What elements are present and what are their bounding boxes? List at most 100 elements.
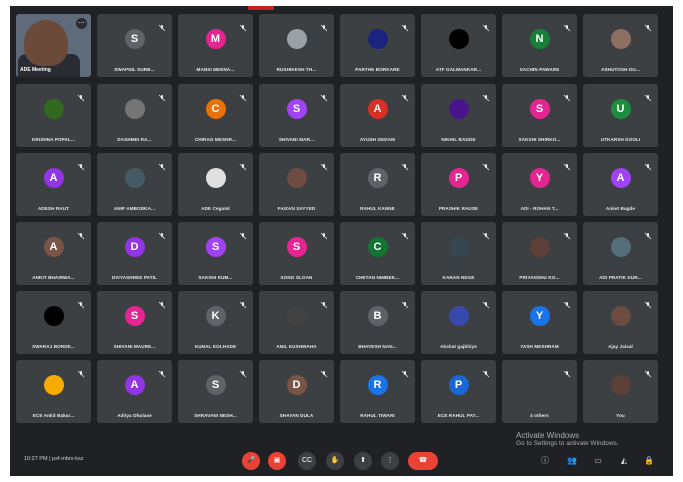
participant-tile[interactable]: K KUNAL KOLHADE xyxy=(178,291,253,354)
participant-tile[interactable]: DASHMEI RA... xyxy=(97,84,172,147)
mic-off-button[interactable]: 🎤 xyxy=(242,452,260,470)
participant-tile[interactable]: S SAKSHI KUM... xyxy=(178,222,253,285)
participant-tile[interactable]: ASHUTOSH DU... xyxy=(583,14,658,77)
mic-muted-icon xyxy=(482,227,490,240)
participant-tile[interactable]: PARTHE BORKARE xyxy=(340,14,415,77)
participant-tile[interactable]: A AYUSH GEDAM xyxy=(340,84,415,147)
mic-muted-icon xyxy=(239,227,247,240)
participant-tile[interactable]: Y ADI - ROHAN T... xyxy=(502,153,577,216)
participant-tile[interactable]: NIKHIL BAGDE xyxy=(421,84,496,147)
mic-muted-icon xyxy=(563,227,571,240)
participant-tile[interactable]: ADI PRATIK KUR... xyxy=(583,222,658,285)
participant-tile[interactable]: ADE Cegaml xyxy=(178,153,253,216)
participant-tile[interactable]: ANIL KUSHWAHA xyxy=(259,291,334,354)
participant-tile[interactable]: P ECE RAHUL PAT... xyxy=(421,360,496,423)
mic-muted-icon xyxy=(563,158,571,171)
participant-avatar: C xyxy=(367,237,388,257)
participant-tile[interactable]: S SONG SLOAN xyxy=(259,222,334,285)
participant-avatar: Y xyxy=(529,306,550,326)
recording-indicator xyxy=(248,6,274,10)
participant-tile[interactable]: SWARAJ BORDE... xyxy=(16,291,91,354)
mic-muted-icon xyxy=(158,19,166,32)
participant-tile[interactable]: ECE Ankit Bakar... xyxy=(16,360,91,423)
mic-muted-icon xyxy=(401,365,409,378)
participant-tile[interactable]: KRISHNA POPAL... xyxy=(16,84,91,147)
mic-muted-icon xyxy=(644,158,652,171)
participant-tile[interactable]: C CHIRAG MESHR... xyxy=(178,84,253,147)
participant-name: ECE RAHUL PAT... xyxy=(437,413,480,418)
participant-avatar: P xyxy=(448,375,469,395)
lock-icon: 🔒 xyxy=(644,456,654,465)
mic-muted-icon xyxy=(320,296,328,309)
activities-button[interactable]: ◭ xyxy=(619,456,629,466)
participant-tile[interactable]: A ANKIT BHAIRWA... xyxy=(16,222,91,285)
participant-tile[interactable]: R RAHUL KANNE xyxy=(340,153,415,216)
participant-photo xyxy=(610,375,631,395)
participant-tile[interactable]: S SHRAVANI NESH... xyxy=(178,360,253,423)
participant-tile[interactable]: 4 others xyxy=(502,360,577,423)
mic-muted-icon xyxy=(77,365,85,378)
mic-muted-icon xyxy=(644,296,652,309)
hand-icon: ✋ xyxy=(330,457,340,464)
participant-photo xyxy=(448,29,469,49)
participant-tile[interactable]: KARAN NEGE xyxy=(421,222,496,285)
mic-muted-icon xyxy=(401,89,409,102)
participant-tile[interactable]: Y YASH MESHRAM xyxy=(502,291,577,354)
participant-name: UTKARSH KOOLI xyxy=(600,137,641,142)
participant-tile[interactable]: Akshat gajbhiye xyxy=(421,291,496,354)
participant-tile[interactable]: RUSHIKESH TH... xyxy=(259,14,334,77)
participant-name: SHIVANI MAR... xyxy=(278,137,315,142)
mic-muted-icon xyxy=(239,19,247,32)
more-options-icon[interactable]: ⋯ xyxy=(76,18,87,29)
participant-tile[interactable]: C CHETAN NIMBEK... xyxy=(340,222,415,285)
participant-tile[interactable]: ANIP AMBODKA... xyxy=(97,153,172,216)
captions-button[interactable]: CC xyxy=(298,452,316,470)
participant-tile[interactable]: N SACHIN PAWARE xyxy=(502,14,577,77)
participant-tile[interactable]: S SHIVANI MAR... xyxy=(259,84,334,147)
participant-avatar: A xyxy=(43,168,64,188)
camera-off-button[interactable]: ▣ xyxy=(268,452,286,470)
participant-photo xyxy=(529,237,550,257)
participant-photo xyxy=(367,29,388,49)
participant-name: Ajay Jaisal xyxy=(608,344,633,349)
people-icon: 👥 xyxy=(567,456,577,465)
chat-button[interactable]: ▭ xyxy=(593,456,603,466)
more-options-button[interactable]: ⋮ xyxy=(381,452,399,470)
host-controls-button[interactable]: 🔒 xyxy=(644,456,654,466)
participant-tile[interactable]: D SHAYAN DULA xyxy=(259,360,334,423)
participant-tile[interactable]: ATF GALWANKAR... xyxy=(421,14,496,77)
info-button[interactable]: ⓘ xyxy=(540,456,550,466)
captions-icon: CC xyxy=(301,457,313,464)
participant-tile[interactable]: M MANSI MEENA... xyxy=(178,14,253,77)
participant-tile[interactable]: Ajay Jaisal xyxy=(583,291,658,354)
participant-tile[interactable]: S SHIVANI MAURE... xyxy=(97,291,172,354)
mic-muted-icon xyxy=(158,365,166,378)
participant-tile[interactable]: D DIVYASHREE PATIL xyxy=(97,222,172,285)
participant-tile[interactable]: PRIYANSHU KO... xyxy=(502,222,577,285)
participant-tile[interactable]: S SWAPNIL SURB... xyxy=(97,14,172,77)
mic-muted-icon xyxy=(563,296,571,309)
leave-call-button[interactable]: ☎ xyxy=(408,452,438,470)
participant-name: FAIZAN SAYYED xyxy=(277,206,316,211)
participant-tile[interactable]: A ADESH RAUT xyxy=(16,153,91,216)
participant-tile[interactable]: S SAKSHI SHIRKO... xyxy=(502,84,577,147)
mic-muted-icon xyxy=(77,296,85,309)
people-button[interactable]: 👥 xyxy=(567,456,577,466)
participant-tile[interactable]: R RAHUL TIWARI xyxy=(340,360,415,423)
participant-tile[interactable]: P PRASHIK RAUSE xyxy=(421,153,496,216)
participant-name: SWAPNIL SURB... xyxy=(114,67,155,72)
participant-name: SAKSHI KUM... xyxy=(198,275,233,280)
participant-avatar: B xyxy=(367,306,388,326)
raise-hand-button[interactable]: ✋ xyxy=(326,452,344,470)
participant-tile[interactable]: FAIZAN SAYYED xyxy=(259,153,334,216)
participant-tile[interactable]: You xyxy=(583,360,658,423)
mic-muted-icon xyxy=(320,158,328,171)
self-video-tile[interactable]: ⋯ ADE Meeting xyxy=(16,14,91,77)
participant-name: RAHUL TIWARI xyxy=(360,413,395,418)
participant-tile[interactable]: A Aditya Dhulase xyxy=(97,360,172,423)
mic-muted-icon xyxy=(482,19,490,32)
present-button[interactable]: ⬆ xyxy=(354,452,372,470)
participant-tile[interactable]: B BHAVESH NAN... xyxy=(340,291,415,354)
participant-tile[interactable]: A Anket Bagde xyxy=(583,153,658,216)
participant-tile[interactable]: U UTKARSH KOOLI xyxy=(583,84,658,147)
